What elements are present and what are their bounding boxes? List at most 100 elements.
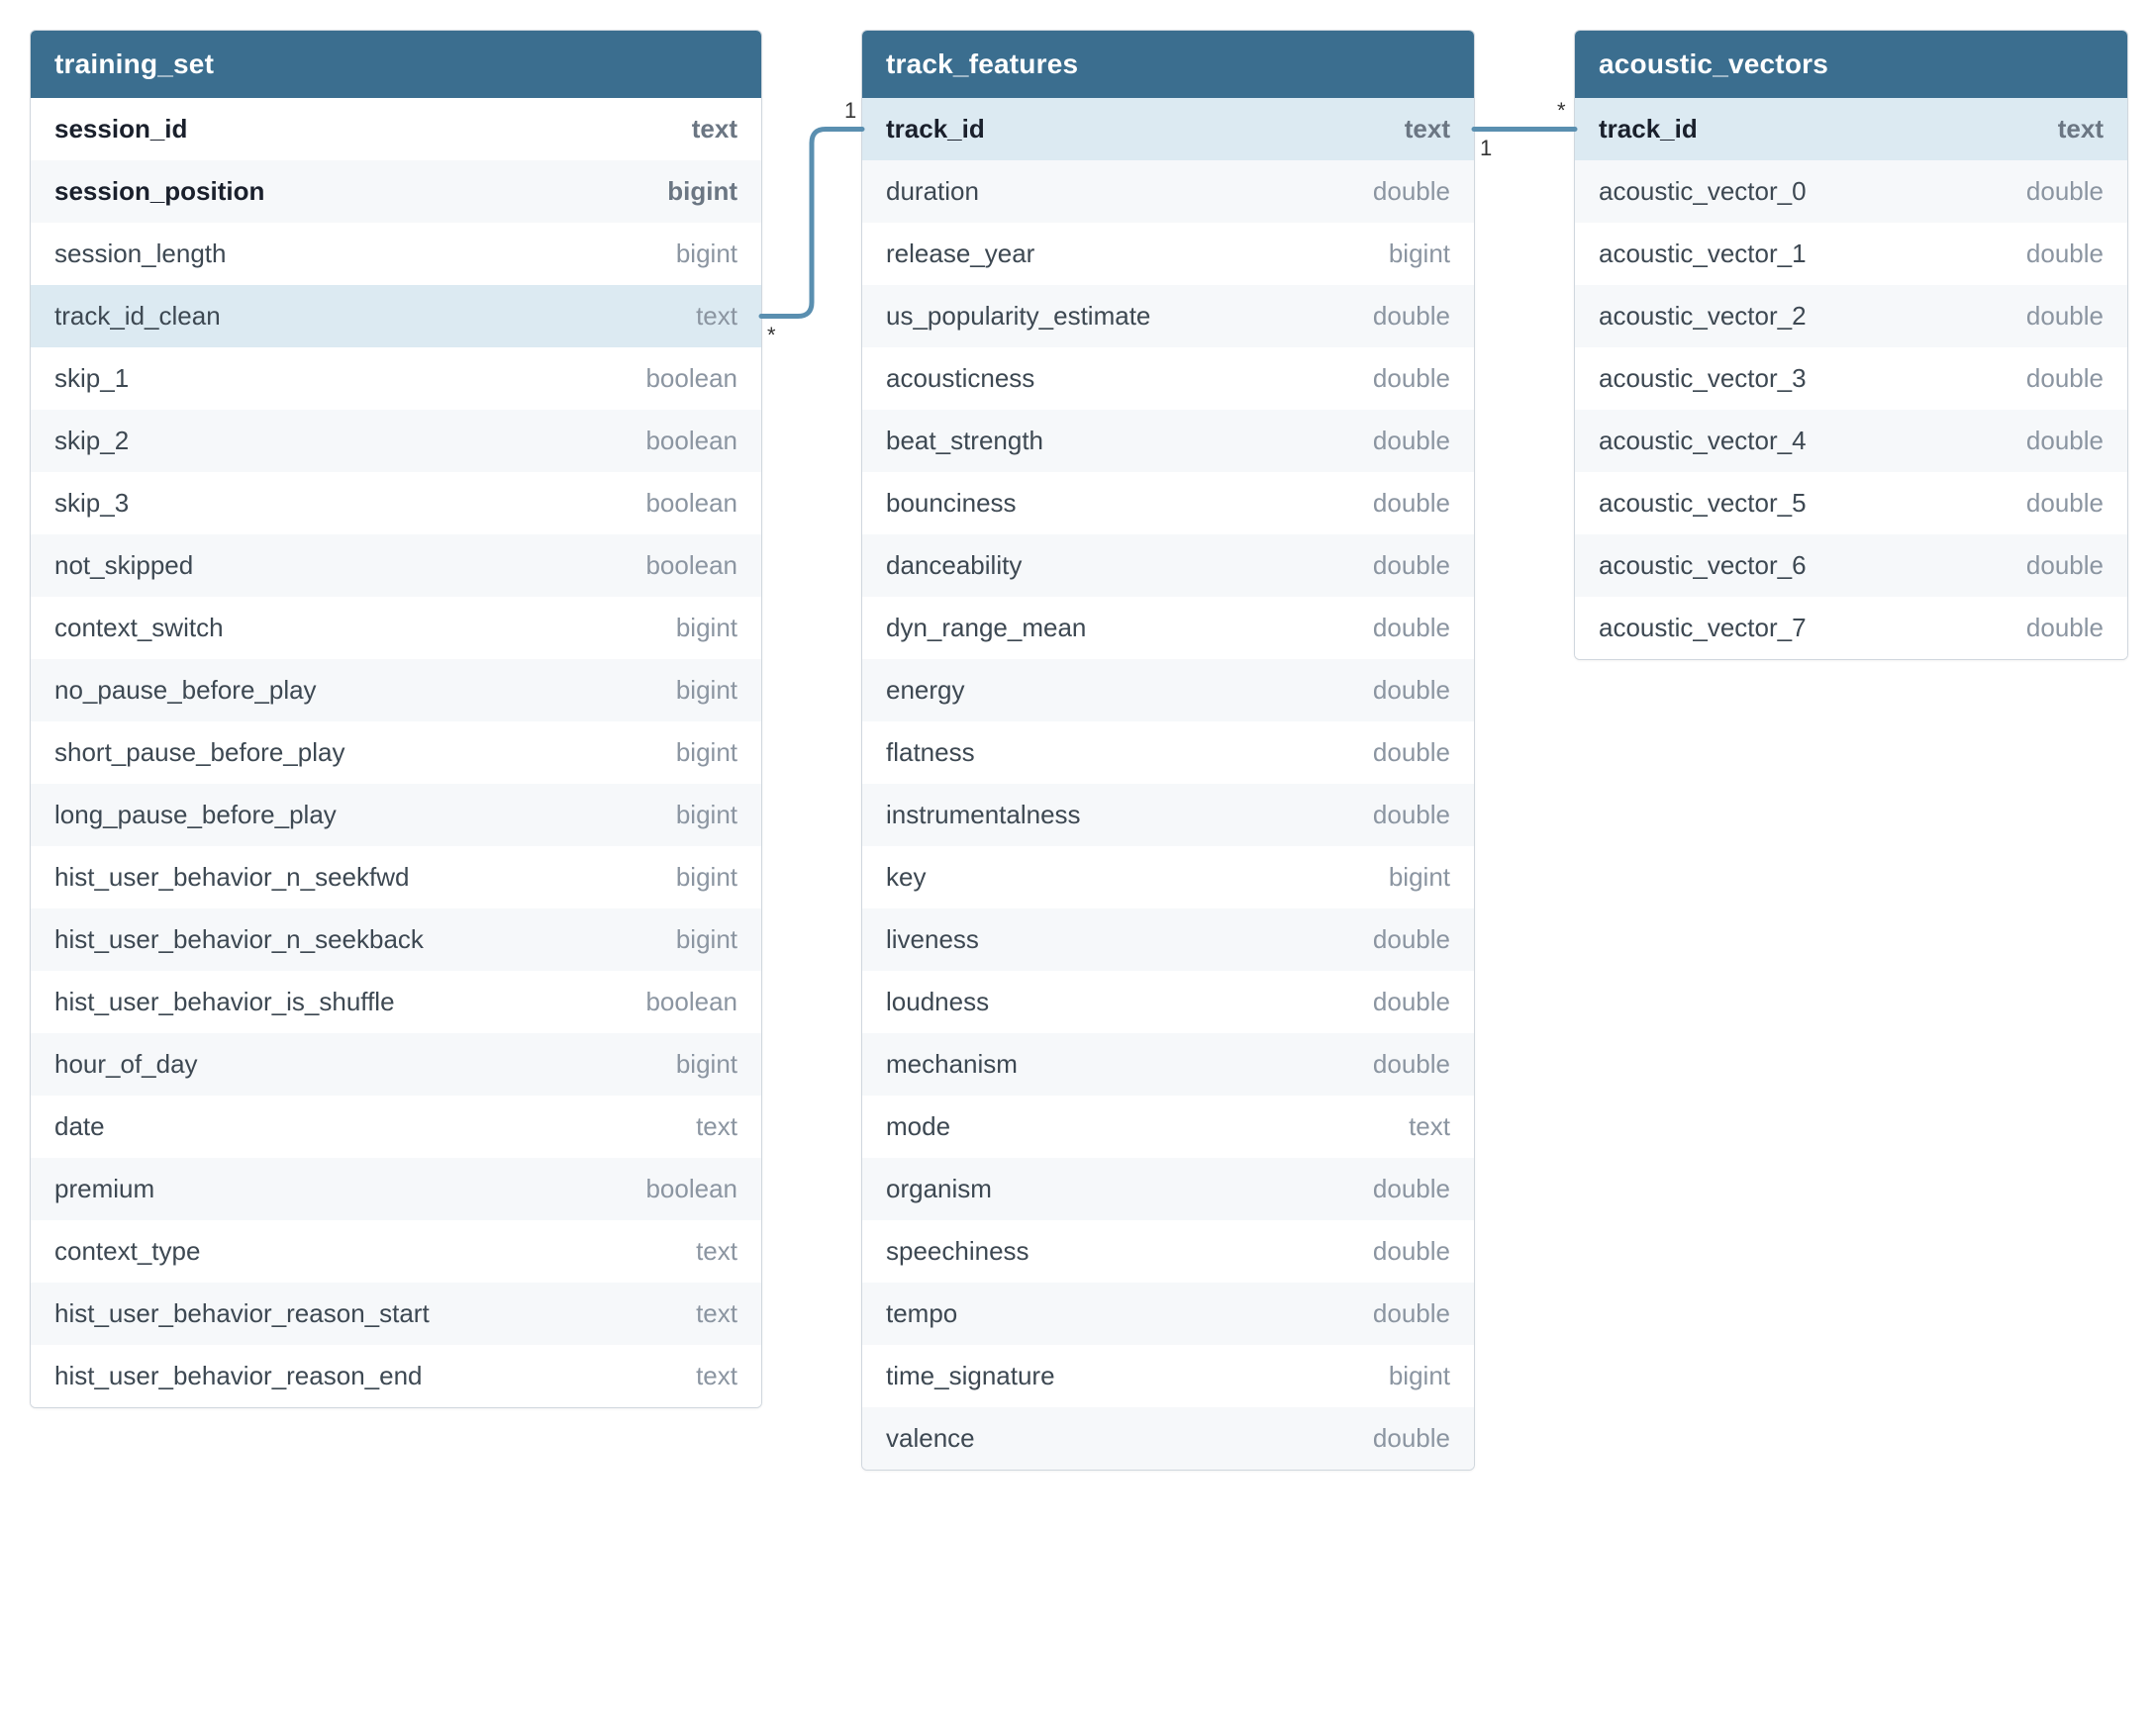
column-type: bigint — [676, 613, 737, 643]
column-type: double — [1373, 488, 1450, 519]
column-type: bigint — [676, 239, 737, 269]
column-type: text — [1405, 114, 1450, 144]
table-row: hist_user_behavior_reason_endtext — [31, 1345, 761, 1407]
column-type: text — [692, 114, 737, 144]
column-name: context_type — [54, 1236, 200, 1267]
column-name: skip_3 — [54, 488, 129, 519]
table-row: no_pause_before_playbigint — [31, 659, 761, 721]
column-name: hist_user_behavior_reason_start — [54, 1298, 430, 1329]
column-type: boolean — [645, 1174, 737, 1204]
column-name: hour_of_day — [54, 1049, 198, 1080]
column-name: session_id — [54, 114, 187, 144]
column-type: bigint — [676, 800, 737, 830]
table-row: acoustic_vector_4double — [1575, 410, 2127, 472]
column-type: double — [1373, 987, 1450, 1017]
column-name: time_signature — [886, 1361, 1055, 1391]
column-type: double — [1373, 1423, 1450, 1454]
column-name: hist_user_behavior_is_shuffle — [54, 987, 395, 1017]
table-row: organismdouble — [862, 1158, 1474, 1220]
table-row: acoustic_vector_2 double — [1575, 285, 2127, 347]
column-name: us_popularity_estimate — [886, 301, 1150, 332]
column-name: track_id — [886, 114, 985, 144]
table-row: mechanismdouble — [862, 1033, 1474, 1096]
column-name: energy — [886, 675, 965, 706]
column-type: double — [2026, 613, 2104, 643]
table-row: hist_user_behavior_n_seekfwd bigint — [31, 846, 761, 908]
column-type: boolean — [645, 987, 737, 1017]
table-header: track_features — [862, 31, 1474, 98]
column-type: boolean — [645, 426, 737, 456]
cardinality-label: * — [1557, 98, 1566, 124]
column-name: beat_strength — [886, 426, 1043, 456]
column-name: instrumentalness — [886, 800, 1081, 830]
table-training_set: training_setsession_idtextsession_positi… — [30, 30, 762, 1408]
table-row: datetext — [31, 1096, 761, 1158]
column-type: text — [696, 1111, 737, 1142]
table-row: flatnessdouble — [862, 721, 1474, 784]
table-row: not_skippedboolean — [31, 534, 761, 597]
table-row: acoustic_vector_0 double — [1575, 160, 2127, 223]
column-type: double — [1373, 550, 1450, 581]
column-name: acoustic_vector_1 — [1599, 239, 1807, 269]
table-row: hist_user_behavior_n_seekback bigint — [31, 908, 761, 971]
column-type: bigint — [667, 176, 737, 207]
table-row: acoustic_vector_6double — [1575, 534, 2127, 597]
column-type: text — [696, 1236, 737, 1267]
column-type: bigint — [676, 862, 737, 893]
table-row: acoustic_vector_1double — [1575, 223, 2127, 285]
column-type: double — [1373, 924, 1450, 955]
column-type: double — [2026, 176, 2104, 207]
column-type: double — [1373, 363, 1450, 394]
column-name: acoustic_vector_2 — [1599, 301, 1807, 332]
column-type: bigint — [676, 737, 737, 768]
column-type: double — [1373, 613, 1450, 643]
column-name: organism — [886, 1174, 992, 1204]
table-row: hist_user_behavior_is_shuffle boolean — [31, 971, 761, 1033]
column-name: acoustic_vector_5 — [1599, 488, 1807, 519]
table-row: dyn_range_mean double — [862, 597, 1474, 659]
column-name: hist_user_behavior_reason_end — [54, 1361, 423, 1391]
column-name: dyn_range_mean — [886, 613, 1086, 643]
table-row: hour_of_day bigint — [31, 1033, 761, 1096]
table-row: release_yearbigint — [862, 223, 1474, 285]
table-row: premium boolean — [31, 1158, 761, 1220]
table-row: skip_1boolean — [31, 347, 761, 410]
table-row: beat_strengthdouble — [862, 410, 1474, 472]
column-type: boolean — [645, 550, 737, 581]
column-name: skip_2 — [54, 426, 129, 456]
table-row: instrumentalness double — [862, 784, 1474, 846]
column-type: double — [2026, 301, 2104, 332]
table-row: keybigint — [862, 846, 1474, 908]
column-name: acousticness — [886, 363, 1034, 394]
table-row: acousticness double — [862, 347, 1474, 410]
cardinality-label: 1 — [1480, 136, 1492, 161]
table-row: skip_3boolean — [31, 472, 761, 534]
table-row: time_signaturebigint — [862, 1345, 1474, 1407]
column-name: acoustic_vector_0 — [1599, 176, 1807, 207]
table-row: acoustic_vector_5double — [1575, 472, 2127, 534]
table-row: context_type text — [31, 1220, 761, 1283]
table-row: durationdouble — [862, 160, 1474, 223]
column-name: hist_user_behavior_n_seekback — [54, 924, 424, 955]
column-name: hist_user_behavior_n_seekfwd — [54, 862, 409, 893]
column-name: key — [886, 862, 926, 893]
table-row: loudnessdouble — [862, 971, 1474, 1033]
column-name: release_year — [886, 239, 1034, 269]
column-type: double — [1373, 737, 1450, 768]
table-row: session_id text — [31, 98, 761, 160]
table-row: track_idtext — [1575, 98, 2127, 160]
column-type: double — [1373, 800, 1450, 830]
table-row: us_popularity_estimate double — [862, 285, 1474, 347]
table-row: skip_2 boolean — [31, 410, 761, 472]
column-name: acoustic_vector_4 — [1599, 426, 1807, 456]
table-row: track_id_cleantext — [31, 285, 761, 347]
column-type: bigint — [676, 924, 737, 955]
table-row: modetext — [862, 1096, 1474, 1158]
column-type: double — [1373, 301, 1450, 332]
table-row: session_positionbigint — [31, 160, 761, 223]
table-row: context_switchbigint — [31, 597, 761, 659]
column-type: text — [696, 301, 737, 332]
column-name: acoustic_vector_6 — [1599, 550, 1807, 581]
column-type: bigint — [676, 1049, 737, 1080]
column-name: premium — [54, 1174, 154, 1204]
